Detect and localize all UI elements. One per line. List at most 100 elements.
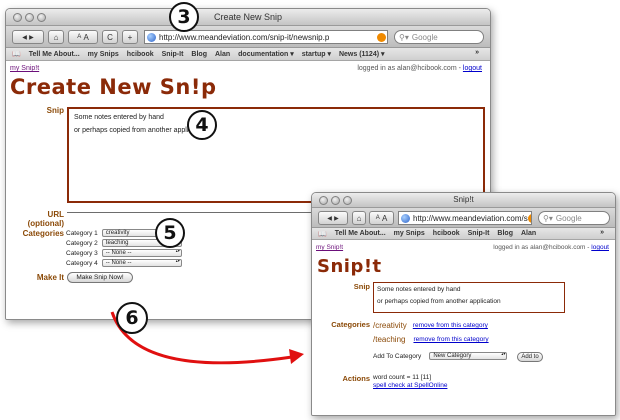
category-row: Category 4 -- None -- xyxy=(66,259,182,267)
bookmark-item[interactable]: Snip-It xyxy=(468,230,490,237)
text-smaller-icon[interactable]: A xyxy=(376,215,380,221)
search-placeholder: Google xyxy=(411,32,438,42)
logout-link[interactable]: logout xyxy=(463,65,482,72)
make-snip-button[interactable]: Make Snip Now! xyxy=(67,272,133,283)
my-snipit-link[interactable]: my Snip!t xyxy=(10,65,39,72)
address-text: http://www.meandeviation.com/s xyxy=(413,213,528,223)
snip-text-line: or perhaps copied from another applicati… xyxy=(74,127,208,134)
address-bar[interactable]: http://www.meandeviation.com/s xyxy=(398,211,532,225)
category-name: /teaching xyxy=(373,335,406,344)
book-icon[interactable]: 📖 xyxy=(318,230,327,238)
separator: - xyxy=(587,244,590,251)
reload-icon: C xyxy=(107,32,113,42)
callout-3: 3 xyxy=(169,2,199,32)
remove-category-link[interactable]: remove from this category xyxy=(413,322,488,329)
bookmarks-overflow-icon[interactable]: » xyxy=(600,229,604,236)
bookmark-item[interactable]: Alan xyxy=(215,51,230,58)
bookmark-item[interactable]: Tell Me About... xyxy=(335,230,386,237)
category-row: Category 3 -- None -- xyxy=(66,249,182,257)
make-it-label: Make It xyxy=(36,273,64,282)
back-icon[interactable]: ◀ xyxy=(327,215,332,222)
search-field[interactable]: ⚲▾ Google xyxy=(538,211,610,225)
page-title: Create New Sn!p xyxy=(10,75,217,99)
rss-icon[interactable] xyxy=(377,32,386,42)
bookmark-item[interactable]: hcibook xyxy=(127,51,154,58)
callout-5: 5 xyxy=(155,218,185,248)
back-forward-button[interactable]: ◀ ▶ xyxy=(12,30,44,44)
text-larger-icon[interactable]: A xyxy=(382,214,387,223)
my-snipit-link[interactable]: my Snip!t xyxy=(316,244,343,251)
logged-in-text: logged in as alan@hcibook.com xyxy=(493,244,586,251)
rss-icon[interactable] xyxy=(527,213,531,223)
add-category-row: Add To Category New Category xyxy=(373,352,508,360)
snip-label: Snip xyxy=(353,282,370,291)
category-label: Category 3 xyxy=(66,249,98,257)
logged-in-text: logged in as alan@hcibook.com xyxy=(357,65,457,72)
add-bookmark-button[interactable]: + xyxy=(122,30,138,44)
text-larger-icon[interactable]: A xyxy=(83,33,88,42)
category-label: Category 1 xyxy=(66,229,98,237)
forward-icon[interactable]: ▶ xyxy=(334,215,339,222)
bookmark-item[interactable]: Blog xyxy=(497,230,513,237)
back-forward-button[interactable]: ◀ ▶ xyxy=(318,211,348,225)
home-button[interactable]: ⌂ xyxy=(352,211,366,225)
back-icon[interactable]: ◀ xyxy=(22,34,27,41)
reload-button[interactable]: C xyxy=(102,30,118,44)
add-to-button[interactable]: Add to xyxy=(517,352,543,362)
bookmark-item[interactable]: Tell Me About... xyxy=(29,51,80,58)
url-label: URL xyxy=(47,210,64,219)
login-status: logged in as alan@hcibook.com - logout xyxy=(493,244,609,251)
bookmark-item[interactable]: documentation ▾ xyxy=(238,50,294,58)
window-title: Create New Snip xyxy=(213,12,283,22)
search-icon: ⚲▾ xyxy=(543,213,553,223)
category-label: Category 4 xyxy=(66,259,98,267)
text-smaller-icon[interactable]: A xyxy=(77,34,81,40)
bookmark-item[interactable]: my Snips xyxy=(88,51,119,58)
add-category-select[interactable]: New Category xyxy=(429,352,508,360)
page-content: my Snip!t logged in as alan@hcibook.com … xyxy=(312,240,615,415)
window-title: Snip!t xyxy=(453,195,474,204)
home-button[interactable]: ⌂ xyxy=(48,30,64,44)
browser-toolbar: ◀ ▶ ⌂ A A http://www.meandeviation.com/s… xyxy=(312,208,615,228)
snip-content-box: Some notes entered by hand or perhaps co… xyxy=(373,282,565,313)
word-count-text: word count = 11 [11] xyxy=(373,374,432,381)
bookmark-item[interactable]: News (1124) ▾ xyxy=(339,50,385,58)
callout-6: 6 xyxy=(116,302,148,334)
snip-textarea[interactable]: Some notes entered by hand or perhaps co… xyxy=(67,107,485,203)
window-titlebar[interactable]: Create New Snip xyxy=(6,9,490,26)
forward-icon[interactable]: ▶ xyxy=(29,34,34,41)
bookmarks-overflow-icon[interactable]: » xyxy=(475,49,479,56)
bookmarks-bar: 📖 Tell Me About... my Snips hcibook Snip… xyxy=(6,48,490,61)
window-titlebar[interactable]: Snip!t xyxy=(312,193,615,208)
browser-toolbar: ◀ ▶ ⌂ A A C + http://www.meandeviation.c… xyxy=(6,26,490,48)
text-size-button[interactable]: A A xyxy=(68,30,98,44)
address-text: http://www.meandeviation.com/snip-it/new… xyxy=(159,32,330,42)
snip-text-line: Some notes entered by hand xyxy=(377,286,461,293)
category-label: Category 2 xyxy=(66,239,98,247)
snip-text-line: Some notes entered by hand xyxy=(74,114,164,121)
home-icon: ⌂ xyxy=(53,32,59,42)
bookmark-item[interactable]: hcibook xyxy=(433,230,460,237)
search-field[interactable]: ⚲▾ Google xyxy=(394,30,484,44)
spell-check-link[interactable]: spell check at SpellOnline xyxy=(373,382,447,389)
category-select[interactable]: -- None -- xyxy=(101,249,182,257)
address-bar[interactable]: http://www.meandeviation.com/snip-it/new… xyxy=(144,30,388,44)
flow-arrow-head xyxy=(289,349,304,364)
search-icon: ⚲▾ xyxy=(399,32,409,42)
bookmark-item[interactable]: my Snips xyxy=(394,230,425,237)
bookmark-item[interactable]: Snip-It xyxy=(162,51,184,58)
bookmark-item[interactable]: Blog xyxy=(191,51,207,58)
bookmark-item[interactable]: Alan xyxy=(521,230,536,237)
categories-label: Categories xyxy=(22,229,64,238)
book-icon[interactable]: 📖 xyxy=(12,50,21,58)
bookmark-item[interactable]: startup ▾ xyxy=(302,50,331,58)
logout-link[interactable]: logout xyxy=(591,244,609,251)
add-to-category-label: Add To Category xyxy=(373,352,422,360)
remove-category-link[interactable]: remove from this category xyxy=(413,336,488,343)
globe-icon xyxy=(401,213,410,223)
url-optional-label: (optional) xyxy=(27,219,64,228)
text-size-button[interactable]: A A xyxy=(369,211,394,225)
home-icon: ⌂ xyxy=(356,213,362,223)
bookmarks-bar: 📖 Tell Me About... my Snips hcibook Snip… xyxy=(312,228,615,240)
category-select[interactable]: -- None -- xyxy=(101,259,182,267)
